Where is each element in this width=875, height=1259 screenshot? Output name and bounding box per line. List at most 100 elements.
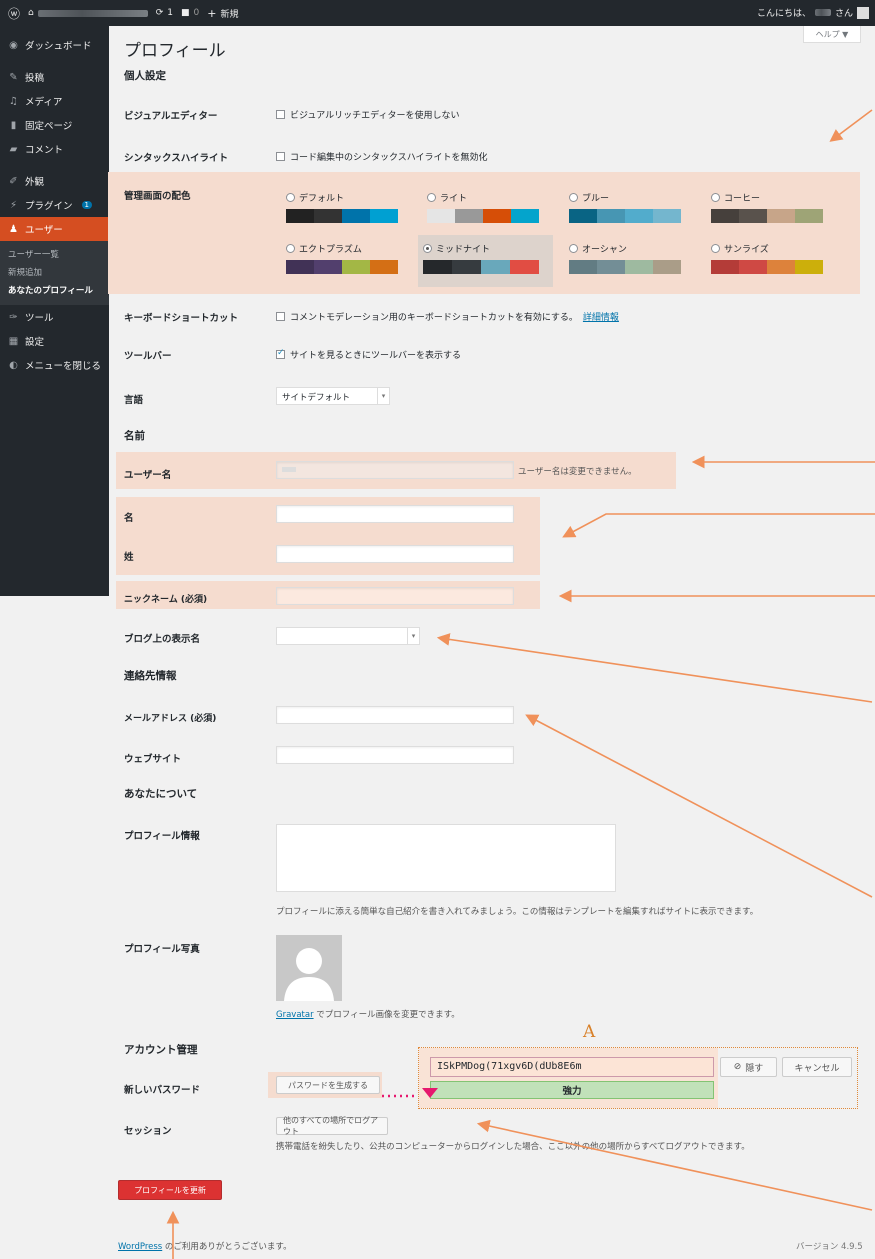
syntax-checkbox[interactable] <box>276 152 285 161</box>
new-content-link[interactable]: + 新規 <box>207 7 238 20</box>
color-scheme-light[interactable]: ライト <box>422 184 544 236</box>
more-info-link[interactable]: 詳細情報 <box>583 310 619 323</box>
sidebar-item-media[interactable]: ♫ メディア <box>0 89 109 113</box>
sidebar-item-comments[interactable]: ▰ コメント <box>0 137 109 161</box>
sidebar-item-label: ツール <box>25 313 54 324</box>
display-name-select[interactable]: ▾ <box>276 627 420 645</box>
submenu-your-profile[interactable]: あなたのプロフィール <box>0 281 109 299</box>
swatch <box>511 209 539 223</box>
radio-ectoplasm[interactable] <box>286 243 295 253</box>
update-profile-button[interactable]: プロフィールを更新 <box>118 1180 222 1200</box>
color-scheme-blue[interactable]: ブルー <box>564 184 686 236</box>
footer-text: のご利用ありがとうございます。 <box>162 1242 292 1252</box>
swatch <box>739 209 767 223</box>
sidebar-item-posts[interactable]: ✎ 投稿 <box>0 65 109 89</box>
username-redacted <box>814 9 831 16</box>
sidebar-item-dashboard[interactable]: ◉ ダッシュボード <box>0 33 109 57</box>
cancel-password-button[interactable]: キャンセル <box>782 1057 852 1077</box>
wordpress-logo-icon[interactable]: ⓦ <box>8 5 20 22</box>
avatar <box>276 935 342 1001</box>
password-strength-meter: 強力 <box>430 1081 714 1099</box>
swatch <box>286 209 314 223</box>
bio-textarea[interactable] <box>276 824 616 892</box>
swatch <box>314 260 342 274</box>
site-name-redacted <box>37 9 148 17</box>
comments-link[interactable]: ■ 0 <box>181 8 199 18</box>
radio-sunrise[interactable] <box>711 243 720 253</box>
sidebar-item-tools[interactable]: ✑ ツール <box>0 305 109 329</box>
website-label: ウェブサイト <box>124 754 182 765</box>
keyboard-shortcuts-option[interactable]: コメントモデレーション用のキーボードショートカットを有効にする。 詳細情報 <box>276 310 619 323</box>
toolbar-checkbox[interactable] <box>276 348 285 359</box>
color-scheme-ocean[interactable]: オーシャン <box>564 235 686 287</box>
scheme-swatches <box>427 209 539 223</box>
keyboard-shortcuts-checkbox[interactable] <box>276 312 285 321</box>
last-name-field[interactable] <box>276 545 514 563</box>
sidebar-item-settings[interactable]: ▦ 設定 <box>0 329 109 353</box>
submenu-add-new[interactable]: 新規追加 <box>0 263 109 281</box>
arrow-sessions <box>476 1119 873 1211</box>
email-label: メールアドレス (必須) <box>124 714 217 724</box>
first-name-field[interactable] <box>276 505 514 523</box>
hide-password-button[interactable]: ⊘ 隠す <box>720 1057 777 1077</box>
logout-everywhere-button[interactable]: 他のすべての場所でログアウト <box>276 1116 388 1136</box>
generate-password-button[interactable]: パスワードを生成する <box>276 1076 380 1094</box>
wordpress-link[interactable]: WordPress <box>118 1242 162 1252</box>
scheme-name: ブルー <box>582 193 610 204</box>
color-scheme-sunrise[interactable]: サンライズ <box>706 235 828 287</box>
chevron-down-icon: ▾ <box>407 628 419 644</box>
gravatar-link[interactable]: Gravatar <box>276 1010 314 1020</box>
radio-midnight[interactable] <box>423 243 432 253</box>
scheme-name: デフォルト <box>299 193 345 204</box>
radio-default[interactable] <box>286 192 295 202</box>
website-field[interactable] <box>276 746 514 764</box>
updates-link[interactable]: ⟳ 1 <box>156 8 173 18</box>
page-title: プロフィール <box>124 41 226 61</box>
swatch <box>286 260 314 274</box>
submenu-all-users[interactable]: ユーザー一覧 <box>0 245 109 263</box>
radio-blue[interactable] <box>569 192 578 202</box>
radio-light[interactable] <box>427 192 436 202</box>
syntax-option[interactable]: コード編集中のシンタックスハイライトを無効化 <box>276 150 488 163</box>
site-name-link[interactable]: ⌂ <box>28 8 148 18</box>
visual-editor-checkbox[interactable] <box>276 110 285 119</box>
sidebar-item-plugins[interactable]: ⚡ プラグイン 1 <box>0 193 109 217</box>
arrow-display-name <box>436 633 873 703</box>
swatch <box>370 209 398 223</box>
password-field[interactable]: ISkPMDog(71xgv6D(dUb8E6m <box>430 1057 714 1077</box>
username-note: ユーザー名は変更できません。 <box>518 467 637 477</box>
swatch <box>342 260 370 274</box>
color-scheme-ectoplasm[interactable]: エクトプラズム <box>281 235 403 287</box>
new-content-label: 新規 <box>220 9 239 20</box>
swatch <box>455 209 483 223</box>
default-avatar-icon <box>276 935 342 1001</box>
toolbar-option[interactable]: サイトを見るときにツールバーを表示する <box>276 348 461 361</box>
visual-editor-option[interactable]: ビジュアルリッチエディターを使用しない <box>276 108 459 121</box>
sidebar-item-collapse[interactable]: ◐ メニューを閉じる <box>0 353 109 377</box>
nickname-label: ニックネーム (必須) <box>124 595 208 605</box>
swatch <box>739 260 767 274</box>
sidebar-item-appearance[interactable]: ✐ 外観 <box>0 169 109 193</box>
greeting-text: こんにちは、 <box>756 9 811 19</box>
color-scheme-default[interactable]: デフォルト <box>281 184 403 236</box>
language-select[interactable]: サイトデフォルト ▾ <box>276 387 390 405</box>
my-account[interactable]: こんにちは、 さん <box>757 6 869 19</box>
sidebar-item-label: メディア <box>25 97 63 108</box>
plugin-icon: ⚡ <box>9 199 18 211</box>
color-scheme-midnight[interactable]: ミッドナイト <box>418 235 553 287</box>
radio-ocean[interactable] <box>569 243 578 253</box>
swatch <box>569 260 597 274</box>
section-about: あなたについて <box>124 788 198 800</box>
scheme-swatches <box>569 209 681 223</box>
sidebar-item-users[interactable]: ♟ ユーザー <box>0 217 109 241</box>
swatch <box>597 260 625 274</box>
sidebar-item-pages[interactable]: ▮ 固定ページ <box>0 113 109 137</box>
help-tab-button[interactable]: ヘルプ ▼ <box>803 26 861 43</box>
nickname-field[interactable] <box>276 587 514 605</box>
visual-editor-option-text: ビジュアルリッチエディターを使用しない <box>290 111 460 121</box>
last-name-label: 姓 <box>124 552 134 563</box>
brush-icon: ✐ <box>9 175 18 187</box>
email-field[interactable] <box>276 706 514 724</box>
radio-coffee[interactable] <box>711 192 720 202</box>
color-scheme-coffee[interactable]: コーヒー <box>706 184 828 236</box>
